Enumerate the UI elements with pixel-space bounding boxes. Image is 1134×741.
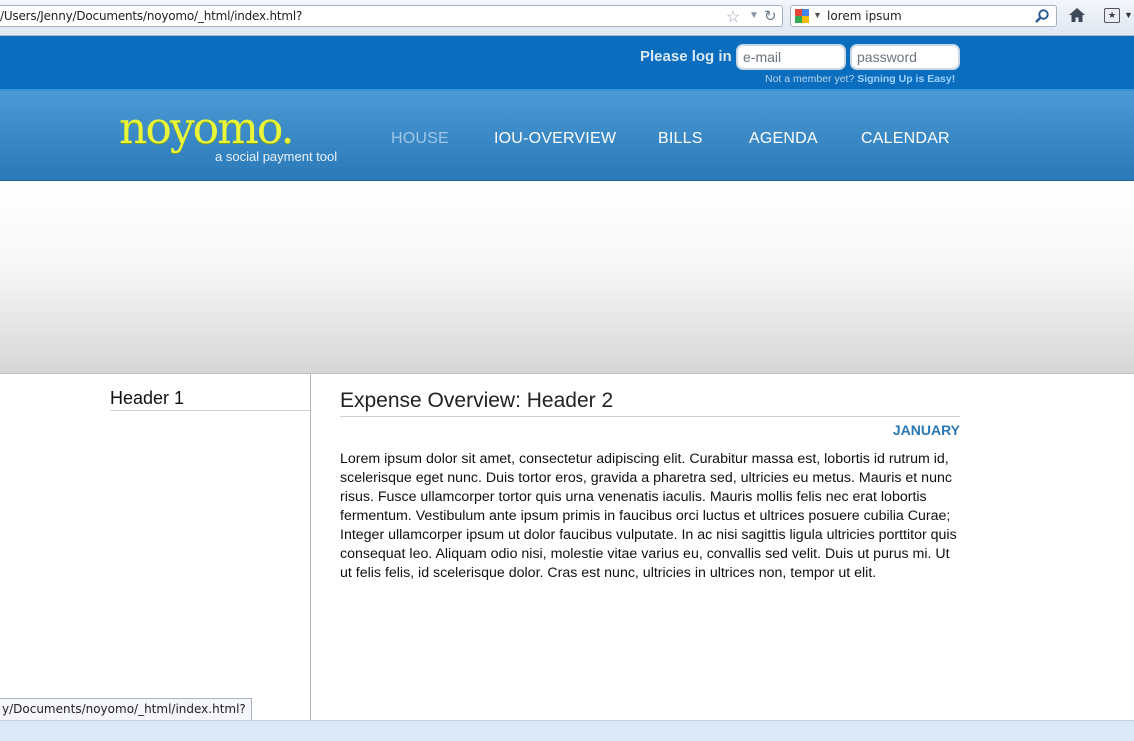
sidebar-divider	[310, 374, 311, 720]
logo-tagline: a social payment tool	[215, 149, 338, 164]
sidebar-rule	[110, 410, 310, 411]
browser-toolbar: /Users/Jenny/Documents/noyomo/_html/inde…	[0, 0, 1134, 36]
banner	[0, 181, 1134, 374]
search-bar[interactable]: ▼ lorem ipsum	[790, 5, 1057, 27]
sidebar-title: Header 1	[110, 388, 185, 408]
url-bar[interactable]: /Users/Jenny/Documents/noyomo/_html/inde…	[0, 5, 783, 27]
bookmark-dropdown-icon[interactable]: ▼	[1124, 10, 1133, 20]
email-field[interactable]	[736, 44, 846, 70]
search-input[interactable]: lorem ipsum	[827, 9, 902, 23]
star-icon[interactable]: ☆	[726, 7, 740, 27]
history-dropdown-icon[interactable]: ▼	[749, 10, 759, 21]
not-member-text: Not a member yet?	[765, 73, 855, 85]
nav-item-house[interactable]: HOUSE	[391, 130, 449, 148]
status-link-preview: y/Documents/noyomo/_html/index.html?	[0, 698, 252, 721]
bottom-bar	[0, 720, 1134, 741]
title-rule	[340, 416, 960, 417]
nav-item-calendar[interactable]: CALENDAR	[861, 130, 950, 148]
bookmark-icon[interactable]: ★	[1104, 8, 1120, 23]
nav-item-agenda[interactable]: AGENDA	[749, 130, 818, 148]
login-strip: Please log in Not a member yet? Signing …	[0, 36, 1134, 91]
search-engine-dropdown-icon[interactable]: ▼	[813, 10, 822, 20]
home-icon[interactable]	[1068, 7, 1086, 28]
login-label: Please log in	[640, 48, 732, 65]
signup-line: Not a member yet? Signing Up is Easy!	[765, 73, 955, 85]
nav-item-iou-overview[interactable]: IOU-OVERVIEW	[494, 130, 616, 148]
password-field[interactable]	[850, 44, 960, 70]
url-text[interactable]: /Users/Jenny/Documents/noyomo/_html/inde…	[0, 9, 302, 23]
nav-item-bills[interactable]: BILLS	[658, 130, 703, 148]
site-header: noyomo. a social payment tool HOUSE IOU-…	[0, 91, 1134, 181]
body-text: Lorem ipsum dolor sit amet, consectetur …	[340, 451, 957, 581]
reload-icon[interactable]: ↻	[764, 7, 777, 25]
google-icon[interactable]	[795, 9, 809, 23]
magnifier-icon[interactable]	[1034, 8, 1050, 29]
page-title: Expense Overview: Header 2	[340, 389, 614, 412]
signup-link[interactable]: Signing Up is Easy!	[857, 73, 955, 85]
month-label: JANUARY	[892, 422, 960, 438]
